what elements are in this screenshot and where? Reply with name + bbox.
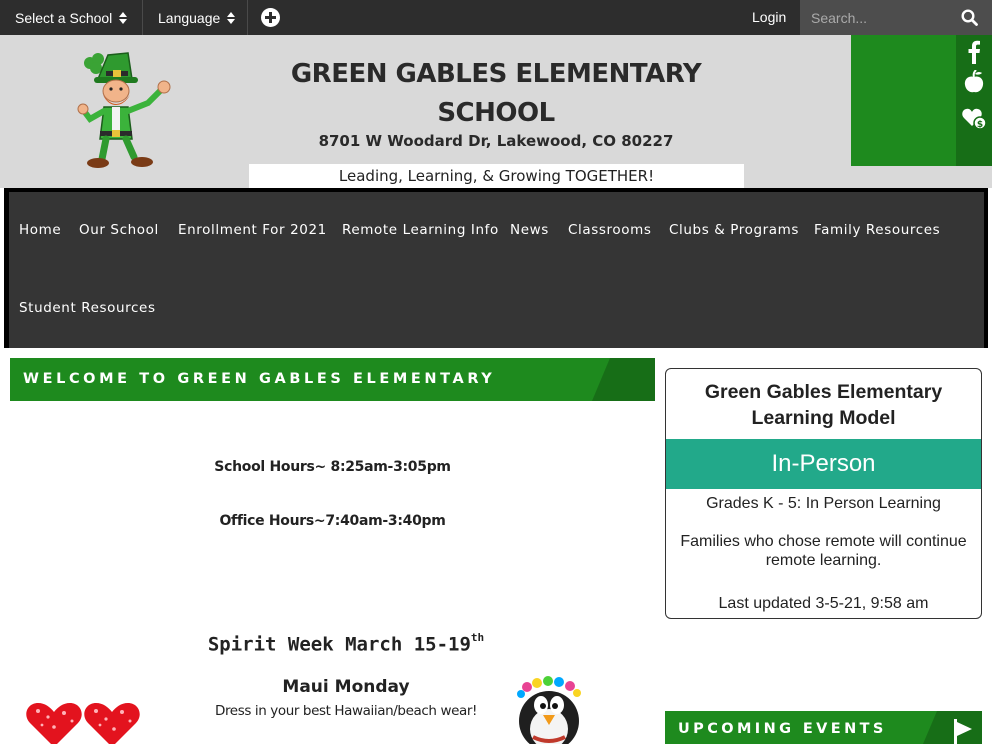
facebook-icon[interactable] <box>956 37 992 67</box>
nav-item-remote-learning[interactable]: Remote Learning Info <box>342 222 499 238</box>
select-school-label: Select a School <box>15 9 113 26</box>
peachjar-icon[interactable] <box>956 67 992 97</box>
spirit-week-heading: Spirit Week March 15-19th <box>10 631 682 656</box>
search-input[interactable] <box>800 0 950 35</box>
nav-item-family-resources[interactable]: Family Resources <box>814 222 940 238</box>
plus-circle-icon[interactable] <box>261 8 280 27</box>
school-tagline: Leading, Learning, & Growing TOGETHER! <box>249 164 744 188</box>
site-header: GREEN GABLES ELEMENTARY SCHOOL 8701 W Wo… <box>0 35 992 188</box>
nav-item-enrollment[interactable]: Enrollment For 2021 <box>178 222 327 238</box>
leprechaun-mascot-logo[interactable] <box>76 49 174 171</box>
welcome-header-bar: WELCOME TO GREEN GABLES ELEMENTARY <box>10 358 655 401</box>
learning-model-remote-note: Families who chose remote will continue … <box>680 533 967 569</box>
learning-model-title: Green Gables Elementary Learning Model <box>704 381 943 429</box>
office-hours: Office Hours~7:40am-3:40pm <box>219 513 446 529</box>
school-name: GREEN GABLES ELEMENTARY SCHOOL <box>290 59 702 128</box>
language-label: Language <box>158 9 221 26</box>
penguin-lei-image <box>517 676 581 744</box>
nav-item-home[interactable]: Home <box>19 222 61 238</box>
search-icon[interactable] <box>961 9 978 26</box>
login-link[interactable]: Login <box>752 0 786 35</box>
nav-item-news[interactable]: News <box>510 222 549 238</box>
welcome-title: WELCOME TO GREEN GABLES ELEMENTARY <box>23 371 496 387</box>
language-dropdown[interactable]: Language <box>143 0 248 35</box>
upcoming-events-title: UPCOMING EVENTS <box>678 721 887 737</box>
spirit-week-suffix: th <box>470 631 485 644</box>
utility-bar: Select a School Language Login <box>0 0 992 35</box>
nav-item-student-resources[interactable]: Student Resources <box>19 300 156 316</box>
hearts-image <box>26 703 140 744</box>
sort-arrows-icon <box>227 11 236 24</box>
social-links: $ <box>956 35 992 166</box>
search-box <box>800 0 992 35</box>
donate-heart-icon[interactable]: $ <box>956 103 992 133</box>
flag-icon[interactable] <box>952 719 974 744</box>
school-hours: School Hours~ 8:25am-3:05pm <box>214 459 451 475</box>
learning-model-updated: Last updated 3-5-21, 9:58 am <box>718 595 929 612</box>
nav-item-clubs-programs[interactable]: Clubs & Programs <box>669 222 799 238</box>
main-nav: Home Our School Enrollment For 2021 Remo… <box>9 192 984 348</box>
sort-arrows-icon <box>119 11 128 24</box>
nav-item-our-school[interactable]: Our School <box>79 222 159 238</box>
learning-model-card: Green Gables Elementary Learning Model I… <box>665 368 982 619</box>
select-school-dropdown[interactable]: Select a School <box>0 0 143 35</box>
learning-model-status: In-Person <box>666 439 981 489</box>
upcoming-events-bar: UPCOMING EVENTS <box>665 711 982 744</box>
spirit-week-text: Spirit Week March 15-19 <box>207 633 471 656</box>
school-address: 8701 W Woodard Dr, Lakewood, CO 80227 <box>318 132 674 150</box>
nav-item-classrooms[interactable]: Classrooms <box>568 222 651 238</box>
learning-model-grades: Grades K - 5: In Person Learning <box>706 495 941 512</box>
svg-text:$: $ <box>977 120 983 130</box>
